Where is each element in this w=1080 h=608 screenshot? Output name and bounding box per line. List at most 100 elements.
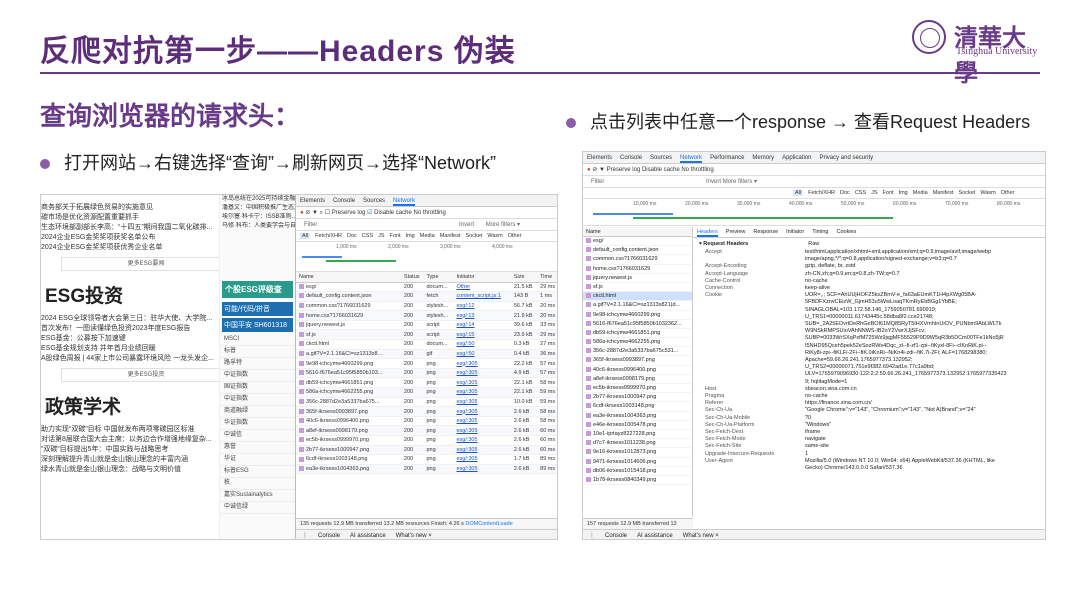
list-item[interactable]: home.css?1766031629: [583, 265, 692, 274]
rating-agency-item[interactable]: 华证指数: [220, 418, 295, 430]
network-timeline[interactable]: 10,000 ms 20,000 ms 30,000 ms 40,000 ms 50,0…: [583, 199, 1045, 226]
drawer-menu-icon[interactable]: ⋮: [589, 533, 595, 539]
type-filter-manifest[interactable]: Manifest: [933, 190, 954, 196]
list-item[interactable]: db06-ikrsess1015418.png: [583, 467, 692, 476]
news-link[interactable]: 马修·科布：人类要学会与自然...: [220, 222, 295, 231]
type-filter-doc[interactable]: Doc: [347, 233, 357, 239]
column-header-type[interactable]: Type: [423, 272, 454, 283]
type-filter-img[interactable]: Img: [406, 233, 415, 239]
table-row[interactable]: ea3e-ikrsess1004363.png 200 png esg/:305 2.6…: [296, 464, 557, 475]
list-item[interactable]: db59-ichcymw4661851.png: [583, 329, 692, 339]
tab-sources[interactable]: Sources: [650, 155, 672, 161]
list-item[interactable]: ec5b-ikrsess0999970.png: [583, 384, 692, 394]
type-filter-font[interactable]: Font: [883, 190, 894, 196]
type-filter-css[interactable]: CSS: [362, 233, 373, 239]
table-row[interactable]: 40c6-ikrsess0996400.png 200 png esg/:305 2.6…: [296, 416, 557, 427]
clear-icon[interactable]: ⊘: [305, 210, 310, 216]
record-icon[interactable]: ●: [300, 210, 304, 216]
table-row[interactable]: jquery.newest.js 200 script esg/:14 39.6 kB 3…: [296, 320, 557, 331]
type-filter-all[interactable]: All: [793, 190, 804, 196]
type-filter-media[interactable]: Media: [913, 190, 928, 196]
table-row[interactable]: sf.js 200 script esg/:15 23.9 kB 29 ms: [296, 329, 557, 341]
raw-toggle[interactable]: Raw: [808, 241, 819, 247]
table-row[interactable]: 356c-2887d2e3a5337ba675... 200 png esg/:305…: [296, 397, 557, 408]
rating-agency-item[interactable]: 中诚信: [220, 430, 295, 442]
list-item[interactable]: 6cdf-ikrsess1003148.png: [583, 402, 692, 412]
tab-privacy-and-security[interactable]: Privacy and security: [819, 155, 873, 161]
table-row[interactable]: 6cdf-ikrsess1003148.png 200 png esg/:305 1.7…: [296, 454, 557, 465]
list-item[interactable]: common.css?1766031629: [583, 255, 692, 265]
disable-cache-checkbox[interactable]: ☑ Disable cache: [367, 210, 412, 216]
table-row[interactable]: esg/200 docum... Other 21.5 kB 29 ms: [296, 282, 557, 293]
rating-agency-item[interactable]: 标普: [220, 346, 295, 358]
table-row[interactable]: ckctl.html 200 docum... esg/:50 0.3 kB 27 ms: [296, 339, 557, 350]
record-icon[interactable]: ●: [587, 167, 591, 173]
table-row[interactable]: 9e98-ichcymw4660299.png 200 png esg/:305 22.…: [296, 358, 557, 369]
clear-icon[interactable]: ⊘: [592, 167, 597, 173]
type-filter-other[interactable]: Other: [508, 233, 522, 239]
list-item[interactable]: e46e-ikrsess1005478.png: [583, 421, 692, 430]
list-item[interactable]: 10e1-iprtayz8227228.png: [583, 430, 692, 440]
drawer-tab[interactable]: AI assistance: [350, 533, 386, 539]
rating-agency-item[interactable]: 商道融绿: [220, 406, 295, 418]
table-row[interactable]: 2b77-ikrsess1000947.png 200 png esg/:305 2.6…: [296, 445, 557, 456]
table-row[interactable]: common.css?1766031629 200 stylesh... esg/:1…: [296, 301, 557, 312]
tab-elements[interactable]: Elements: [300, 198, 325, 204]
column-header-initiator[interactable]: Initiator: [453, 272, 511, 283]
dom-loaded-link[interactable]: DOMContentLoade: [465, 521, 512, 527]
rating-agency-item[interactable]: MSCI: [220, 334, 295, 346]
drawer-menu-icon[interactable]: ⋮: [302, 533, 308, 539]
list-item[interactable]: default_config.content.json: [583, 246, 692, 256]
rating-agency-item[interactable]: 惠誉: [220, 442, 295, 454]
rating-agency-item[interactable]: 中诚信绿: [220, 502, 295, 514]
tab-preview[interactable]: Preview: [726, 229, 746, 235]
type-filter-doc[interactable]: Doc: [840, 190, 850, 196]
type-filter-other[interactable]: Other: [1001, 190, 1015, 196]
table-row[interactable]: db59-ichcymw4661851.png 200 png esg/:305 22.…: [296, 377, 557, 389]
filter-icon[interactable]: ▼: [599, 167, 605, 173]
tab-network[interactable]: Network: [680, 155, 703, 163]
list-item[interactable]: ea3e-ikrsess1004363.png: [583, 412, 692, 421]
invert-checkbox[interactable]: Invert: [459, 222, 474, 228]
rating-agency-item[interactable]: 嘉实Sustainalytics: [220, 490, 295, 502]
rating-agency-item[interactable]: 标普ESG: [220, 466, 295, 478]
tab-memory[interactable]: Memory: [752, 155, 774, 161]
table-row[interactable]: 365f-ikrsess0993897.png 200 png esg/:305 2.6…: [296, 406, 557, 417]
type-filter-socket[interactable]: Socket: [959, 190, 976, 196]
more-esg-invest-button[interactable]: 更多ESG投资: [61, 368, 231, 382]
news-link[interactable]: 潘基文：中国积极推广生态文明...: [220, 204, 295, 213]
news-link[interactable]: 冰岛总统在2025可持续金融大会...: [220, 195, 295, 204]
table-row[interactable]: a8ef-ikrsess0998179.png 200 png esg/:305 2.6…: [296, 425, 557, 436]
list-item[interactable]: 586a-ichcymw4662255.png: [583, 338, 692, 348]
rating-agency-item[interactable]: 中证指数: [220, 394, 295, 406]
type-filter-media[interactable]: Media: [420, 233, 435, 239]
tab-headers[interactable]: Headers: [697, 229, 718, 237]
list-item[interactable]: 9e98-ichcymw4660299.png: [583, 311, 692, 320]
tab-timing[interactable]: Timing: [812, 229, 828, 235]
toolbar-options[interactable]: Preserve log Disable cache No throttling: [607, 167, 714, 173]
list-item[interactable]: 40c6-ikrsess0996400.png: [583, 366, 692, 375]
tab-elements[interactable]: Elements: [587, 155, 612, 161]
stock-label[interactable]: 中国平安 SH601318: [222, 318, 293, 332]
table-row[interactable]: home.css?1766031629 200 stylesh... esg/:13 2…: [296, 310, 557, 321]
type-filter-font[interactable]: Font: [390, 233, 401, 239]
list-item[interactable]: 365f-ikrsess0993897.png: [583, 356, 692, 366]
type-filter-img[interactable]: Img: [899, 190, 908, 196]
tab-response[interactable]: Response: [753, 229, 778, 235]
list-item[interactable]: jquery.newest.js: [583, 274, 692, 283]
rating-agency-item[interactable]: 路孚特: [220, 358, 295, 370]
network-timeline[interactable]: 1,000 ms 2,000 ms 3,000 ms 4,000 ms: [296, 242, 557, 272]
column-header-status[interactable]: Status: [400, 272, 424, 283]
list-item[interactable]: 2b77-ikrsess1000947.png: [583, 393, 692, 403]
tab-console[interactable]: Console: [333, 198, 355, 204]
type-filter-js[interactable]: JS: [378, 233, 384, 239]
filter-input[interactable]: Filter: [304, 222, 317, 228]
type-filter-wasm[interactable]: Wasm: [487, 233, 502, 239]
stock-search-input[interactable]: 可能/代码/拼音: [222, 302, 293, 316]
list-item[interactable]: 9471-ikrsess1014606.png: [583, 458, 692, 467]
drawer-tab[interactable]: What's new ×: [396, 533, 432, 539]
list-item[interactable]: 5616-f676ea51c95f5850b1032362...: [583, 320, 692, 329]
column-header-name[interactable]: Name: [296, 272, 401, 283]
drawer-tab[interactable]: AI assistance: [637, 533, 673, 539]
list-item[interactable]: 9e16-ikrsess1012873.png: [583, 448, 692, 458]
